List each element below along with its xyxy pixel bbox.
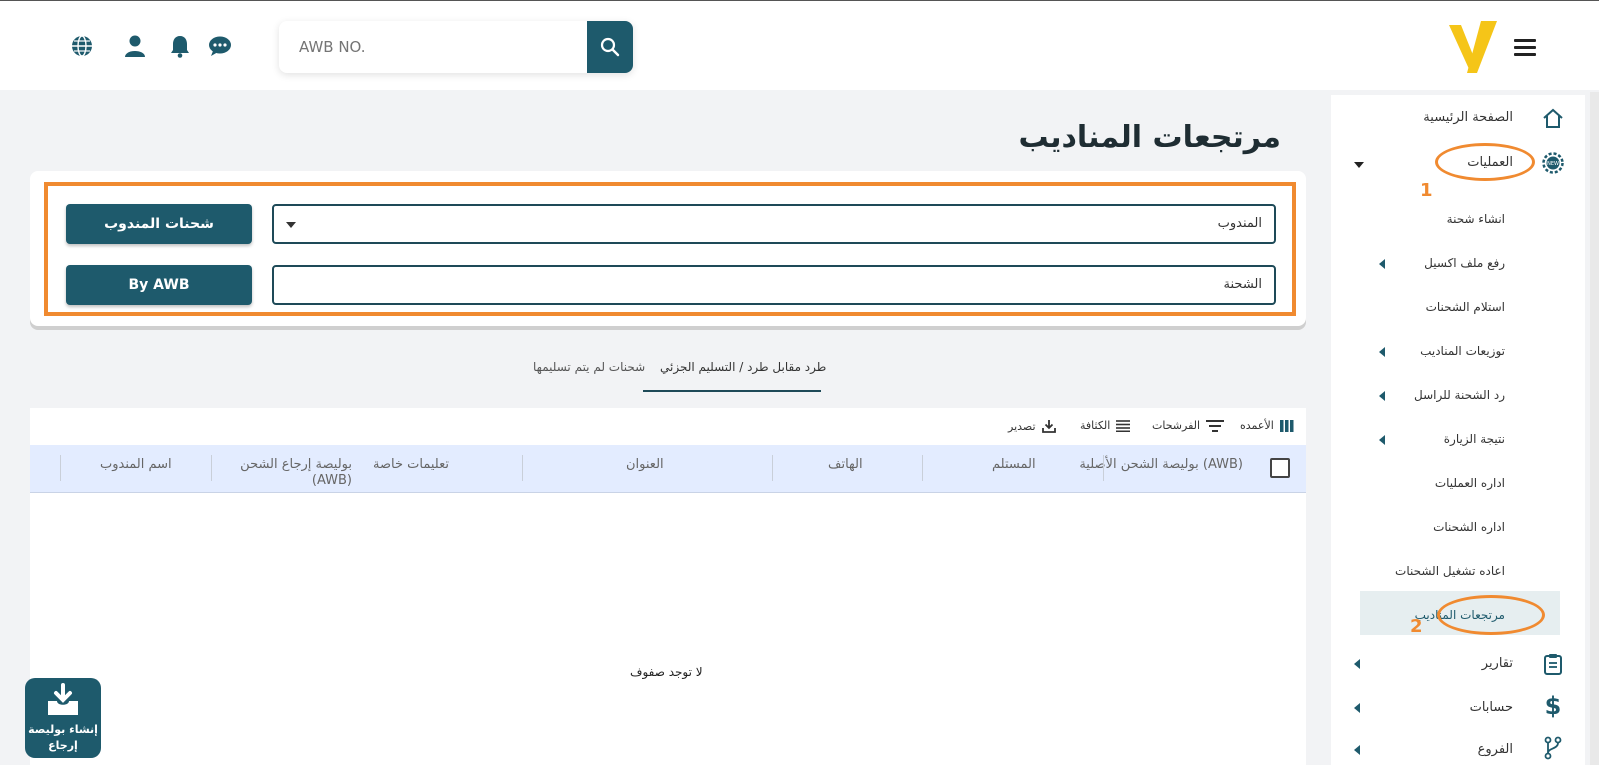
inbox-download-icon xyxy=(48,683,78,715)
globe-icon[interactable] xyxy=(69,33,95,59)
sidebar-item-visit-result[interactable]: نتيجة الزيارة xyxy=(1331,420,1585,460)
export-label: تصدير xyxy=(1008,419,1036,433)
chevron-left-icon xyxy=(1379,391,1385,401)
gear-new-icon: NEW xyxy=(1541,151,1565,175)
tab-partial-delivery[interactable]: طرد مقابل طرد / التسليم الجزئي xyxy=(660,360,826,374)
active-tab-indicator xyxy=(643,390,821,392)
sidebar-item-create-shipment[interactable]: انشاء شحنة xyxy=(1331,200,1585,240)
column-recipient[interactable]: المستلم xyxy=(992,457,1036,473)
branch-icon xyxy=(1541,736,1565,760)
courier-select-label: المندوب xyxy=(1217,216,1262,231)
shipment-input-label: الشحنة xyxy=(1223,277,1262,292)
chevron-left-icon xyxy=(1379,347,1385,357)
awb-search xyxy=(279,21,633,73)
columns-label: الأعمده xyxy=(1240,419,1274,432)
sidebar-item-label: انشاء شحنة xyxy=(1446,212,1505,226)
hamburger-icon[interactable] xyxy=(1514,39,1536,57)
annotation-number-2: 2 xyxy=(1410,616,1423,637)
user-icon[interactable] xyxy=(122,33,148,59)
filter-icon xyxy=(1206,419,1225,432)
column-separator xyxy=(922,455,923,481)
by-awb-button[interactable]: By AWB xyxy=(66,265,252,305)
sidebar-item-label: استلام الشحنات xyxy=(1425,300,1505,314)
sidebar-item-label: حسابات xyxy=(1469,700,1513,715)
top-header xyxy=(0,0,1599,90)
courier-shipments-button[interactable]: شحنات المندوب xyxy=(66,204,252,244)
sidebar-item-shipments-management[interactable]: اداره الشحنات xyxy=(1331,508,1585,548)
annotation-callout-2 xyxy=(1437,595,1545,635)
sidebar-item-branches[interactable]: الفروع xyxy=(1331,730,1585,765)
columns-icon xyxy=(1279,419,1294,432)
brand-logo xyxy=(1449,21,1497,73)
sidebar-item-receive-shipments[interactable]: استلام الشحنات xyxy=(1331,288,1585,328)
annotation-callout-1 xyxy=(1435,143,1535,181)
scrollbar[interactable] xyxy=(1590,92,1599,765)
sidebar-item-label: اعاده تشغيل الشحنات xyxy=(1395,564,1505,578)
column-courier-name[interactable]: اسم المندوب xyxy=(100,457,172,473)
bell-icon[interactable] xyxy=(167,33,193,59)
density-icon xyxy=(1116,419,1131,432)
sidebar-item-home[interactable]: الصفحة الرئيسية xyxy=(1331,98,1585,138)
sidebar-item-operations-management[interactable]: اداره العمليات xyxy=(1331,464,1585,504)
column-special-instructions[interactable]: تعليمات خاصة xyxy=(373,457,449,473)
courier-select[interactable]: المندوب xyxy=(272,204,1276,244)
sidebar-item-label: توزيعات المناديب xyxy=(1420,344,1505,358)
column-separator xyxy=(522,455,523,481)
column-separator xyxy=(211,455,212,481)
sidebar-item-label: رفع ملف اكسيل xyxy=(1424,256,1505,270)
column-return-awb[interactable]: بوليصة إرجاع الشحن (AWB) xyxy=(220,457,352,489)
select-all-checkbox[interactable] xyxy=(1270,458,1290,478)
sidebar-item-courier-distribution[interactable]: توزيعات المناديب xyxy=(1331,332,1585,372)
sidebar-item-label: الصفحة الرئيسية xyxy=(1423,110,1513,125)
column-phone[interactable]: الهاتف xyxy=(828,457,863,473)
sidebar-item-reprocess-shipments[interactable]: اعاده تشغيل الشحنات xyxy=(1331,552,1585,592)
clipboard-icon xyxy=(1541,652,1565,676)
sidebar-item-return-to-sender[interactable]: رد الشحنة للراسل xyxy=(1331,376,1585,416)
download-icon xyxy=(1041,420,1056,433)
sidebar-item-label: رد الشحنة للراسل xyxy=(1414,388,1505,402)
density-label: الكثافة xyxy=(1080,419,1111,432)
chevron-left-icon xyxy=(1354,745,1360,755)
shipment-input[interactable]: الشحنة xyxy=(272,265,1276,305)
annotation-number-1: 1 xyxy=(1420,180,1433,201)
sidebar-item-upload-excel[interactable]: رفع ملف اكسيل xyxy=(1331,244,1585,284)
export-button[interactable]: تصدير xyxy=(1008,419,1056,433)
awb-search-input[interactable] xyxy=(279,21,579,73)
column-separator xyxy=(772,455,773,481)
columns-button[interactable]: الأعمده xyxy=(1240,419,1294,432)
column-separator xyxy=(60,455,61,481)
search-icon xyxy=(600,37,620,57)
dropdown-arrow-icon xyxy=(286,222,296,228)
fab-label: إنشاء بوليصة إرجاع xyxy=(28,723,98,752)
column-separator xyxy=(1103,455,1104,481)
home-icon xyxy=(1541,106,1565,130)
sidebar-item-label: تقارير xyxy=(1481,656,1513,671)
search-button[interactable] xyxy=(587,21,633,73)
chevron-left-icon xyxy=(1379,435,1385,445)
create-return-awb-button[interactable]: إنشاء بوليصة إرجاع xyxy=(25,678,101,758)
page-title: مرتجعات المناديب xyxy=(1018,120,1282,155)
column-address[interactable]: العنوان xyxy=(626,457,664,473)
sidebar-item-reports[interactable]: تقارير xyxy=(1331,644,1585,684)
dollar-icon: $ xyxy=(1544,692,1562,720)
chat-icon[interactable] xyxy=(207,33,233,59)
sidebar-item-label: اداره الشحنات xyxy=(1433,520,1505,534)
empty-rows-message: لا توجد صفوف xyxy=(630,665,703,679)
column-original-awb[interactable]: بوليصة الشحن الأصلية (AWB) xyxy=(1073,457,1243,473)
chevron-left-icon xyxy=(1379,259,1385,269)
sidebar-item-label: اداره العمليات xyxy=(1434,476,1505,490)
sidebar-item-accounts[interactable]: حسابات $ xyxy=(1331,688,1585,728)
sidebar-item-label: الفروع xyxy=(1477,742,1513,757)
chevron-left-icon xyxy=(1354,659,1360,669)
svg-text:NEW: NEW xyxy=(1547,161,1559,167)
sidebar-item-label: نتيجة الزيارة xyxy=(1443,432,1505,446)
density-button[interactable]: الكثافة xyxy=(1080,419,1131,432)
tab-undelivered[interactable]: شحنات لم يتم تسليمها xyxy=(533,360,645,374)
chevron-down-icon xyxy=(1354,162,1364,168)
filters-label: الفرشحات xyxy=(1152,419,1201,432)
chevron-left-icon xyxy=(1354,703,1360,713)
filters-button[interactable]: الفرشحات xyxy=(1152,419,1225,432)
